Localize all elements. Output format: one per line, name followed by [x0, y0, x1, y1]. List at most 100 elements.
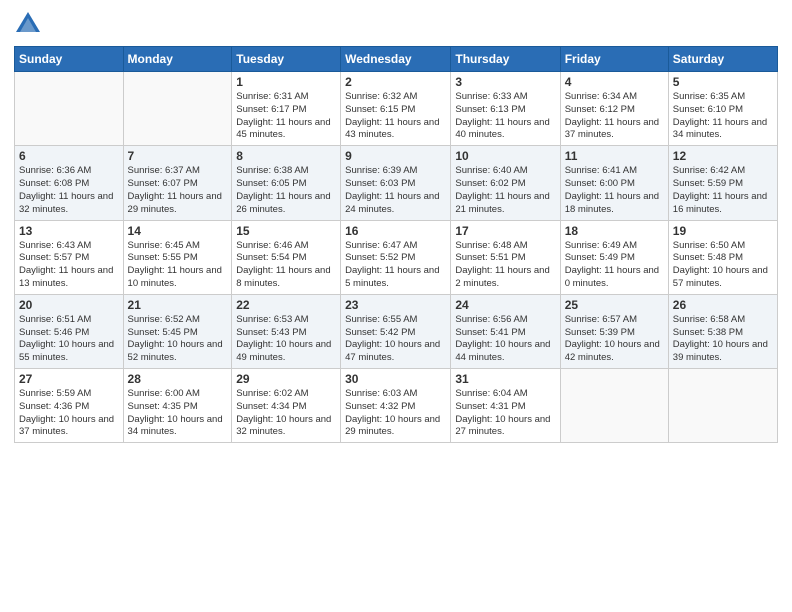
- calendar-cell: 15 Sunrise: 6:46 AM Sunset: 5:54 PM Dayli…: [232, 220, 341, 294]
- calendar-cell: [123, 72, 232, 146]
- day-info: Sunrise: 6:55 AM Sunset: 5:42 PM Dayligh…: [345, 314, 446, 365]
- day-number: 12: [673, 149, 773, 163]
- logo-icon: [14, 10, 42, 38]
- day-number: 16: [345, 224, 446, 238]
- day-info: Sunrise: 6:50 AM Sunset: 5:48 PM Dayligh…: [673, 240, 773, 291]
- weekday-header-wednesday: Wednesday: [341, 47, 451, 72]
- day-number: 29: [236, 372, 336, 386]
- day-number: 5: [673, 75, 773, 89]
- calendar-cell: 5 Sunrise: 6:35 AM Sunset: 6:10 PM Daylig…: [668, 72, 777, 146]
- day-number: 3: [455, 75, 555, 89]
- day-info: Sunrise: 6:56 AM Sunset: 5:41 PM Dayligh…: [455, 314, 555, 365]
- calendar-cell: 8Sunrise: 6:38 AM Sunset: 6:05 PM Daylig…: [232, 146, 341, 220]
- day-info: Sunrise: 6:53 AM Sunset: 5:43 PM Dayligh…: [236, 314, 336, 365]
- day-info: Sunrise: 6:52 AM Sunset: 5:45 PM Dayligh…: [128, 314, 228, 365]
- day-number: 11: [565, 149, 664, 163]
- calendar-cell: 11 Sunrise: 6:41 AM Sunset: 6:00 PM Dayli…: [560, 146, 668, 220]
- calendar-week-1: 1 Sunrise: 6:31 AM Sunset: 6:17 PM Daylig…: [15, 72, 778, 146]
- calendar-cell: 30 Sunrise: 6:03 AM Sunset: 4:32 PM Dayli…: [341, 369, 451, 443]
- calendar-cell: 25Sunrise: 6:57 AM Sunset: 5:39 PM Dayli…: [560, 294, 668, 368]
- calendar-cell: 1 Sunrise: 6:31 AM Sunset: 6:17 PM Daylig…: [232, 72, 341, 146]
- weekday-header-thursday: Thursday: [451, 47, 560, 72]
- weekday-header-saturday: Saturday: [668, 47, 777, 72]
- day-info: Sunrise: 6:40 AM Sunset: 6:02 PM Dayligh…: [455, 165, 555, 216]
- calendar-cell: 20 Sunrise: 6:51 AM Sunset: 5:46 PM Dayli…: [15, 294, 124, 368]
- calendar-cell: 16 Sunrise: 6:47 AM Sunset: 5:52 PM Dayli…: [341, 220, 451, 294]
- day-info: Sunrise: 6:42 AM Sunset: 5:59 PM Dayligh…: [673, 165, 773, 216]
- calendar-cell: [15, 72, 124, 146]
- day-number: 30: [345, 372, 446, 386]
- day-number: 22: [236, 298, 336, 312]
- day-info: Sunrise: 6:03 AM Sunset: 4:32 PM Dayligh…: [345, 388, 446, 439]
- calendar-cell: 6 Sunrise: 6:36 AM Sunset: 6:08 PM Daylig…: [15, 146, 124, 220]
- day-info: Sunrise: 6:47 AM Sunset: 5:52 PM Dayligh…: [345, 240, 446, 291]
- day-info: Sunrise: 6:49 AM Sunset: 5:49 PM Dayligh…: [565, 240, 664, 291]
- weekday-header-friday: Friday: [560, 47, 668, 72]
- day-number: 17: [455, 224, 555, 238]
- calendar-cell: 27Sunrise: 5:59 AM Sunset: 4:36 PM Dayli…: [15, 369, 124, 443]
- day-number: 1: [236, 75, 336, 89]
- day-number: 18: [565, 224, 664, 238]
- calendar-cell: 4 Sunrise: 6:34 AM Sunset: 6:12 PM Daylig…: [560, 72, 668, 146]
- day-number: 23: [345, 298, 446, 312]
- day-info: Sunrise: 6:36 AM Sunset: 6:08 PM Dayligh…: [19, 165, 119, 216]
- day-number: 25: [565, 298, 664, 312]
- day-info: Sunrise: 6:45 AM Sunset: 5:55 PM Dayligh…: [128, 240, 228, 291]
- weekday-header-row: SundayMondayTuesdayWednesdayThursdayFrid…: [15, 47, 778, 72]
- weekday-header-monday: Monday: [123, 47, 232, 72]
- day-info: Sunrise: 6:35 AM Sunset: 6:10 PM Dayligh…: [673, 91, 773, 142]
- calendar-cell: 22 Sunrise: 6:53 AM Sunset: 5:43 PM Dayli…: [232, 294, 341, 368]
- day-number: 21: [128, 298, 228, 312]
- calendar-cell: 24Sunrise: 6:56 AM Sunset: 5:41 PM Dayli…: [451, 294, 560, 368]
- day-info: Sunrise: 6:43 AM Sunset: 5:57 PM Dayligh…: [19, 240, 119, 291]
- day-info: Sunrise: 6:32 AM Sunset: 6:15 PM Dayligh…: [345, 91, 446, 142]
- day-number: 26: [673, 298, 773, 312]
- day-number: 19: [673, 224, 773, 238]
- calendar-week-5: 27Sunrise: 5:59 AM Sunset: 4:36 PM Dayli…: [15, 369, 778, 443]
- calendar-week-3: 13 Sunrise: 6:43 AM Sunset: 5:57 PM Dayli…: [15, 220, 778, 294]
- day-number: 9: [345, 149, 446, 163]
- day-number: 31: [455, 372, 555, 386]
- calendar-cell: 7 Sunrise: 6:37 AM Sunset: 6:07 PM Daylig…: [123, 146, 232, 220]
- day-info: Sunrise: 6:58 AM Sunset: 5:38 PM Dayligh…: [673, 314, 773, 365]
- day-info: Sunrise: 6:04 AM Sunset: 4:31 PM Dayligh…: [455, 388, 555, 439]
- day-number: 8: [236, 149, 336, 163]
- day-info: Sunrise: 6:39 AM Sunset: 6:03 PM Dayligh…: [345, 165, 446, 216]
- calendar-cell: 28Sunrise: 6:00 AM Sunset: 4:35 PM Dayli…: [123, 369, 232, 443]
- calendar-cell: 9 Sunrise: 6:39 AM Sunset: 6:03 PM Daylig…: [341, 146, 451, 220]
- day-number: 27: [19, 372, 119, 386]
- day-number: 14: [128, 224, 228, 238]
- day-info: Sunrise: 6:48 AM Sunset: 5:51 PM Dayligh…: [455, 240, 555, 291]
- calendar-cell: 2Sunrise: 6:32 AM Sunset: 6:15 PM Daylig…: [341, 72, 451, 146]
- day-number: 6: [19, 149, 119, 163]
- calendar-cell: [668, 369, 777, 443]
- day-info: Sunrise: 6:33 AM Sunset: 6:13 PM Dayligh…: [455, 91, 555, 142]
- day-info: Sunrise: 6:46 AM Sunset: 5:54 PM Dayligh…: [236, 240, 336, 291]
- calendar-cell: 29 Sunrise: 6:02 AM Sunset: 4:34 PM Dayli…: [232, 369, 341, 443]
- calendar: SundayMondayTuesdayWednesdayThursdayFrid…: [14, 46, 778, 443]
- day-info: Sunrise: 6:31 AM Sunset: 6:17 PM Dayligh…: [236, 91, 336, 142]
- calendar-cell: 21 Sunrise: 6:52 AM Sunset: 5:45 PM Dayli…: [123, 294, 232, 368]
- weekday-header-tuesday: Tuesday: [232, 47, 341, 72]
- calendar-cell: 17 Sunrise: 6:48 AM Sunset: 5:51 PM Dayli…: [451, 220, 560, 294]
- calendar-cell: 14 Sunrise: 6:45 AM Sunset: 5:55 PM Dayli…: [123, 220, 232, 294]
- calendar-cell: 19 Sunrise: 6:50 AM Sunset: 5:48 PM Dayli…: [668, 220, 777, 294]
- calendar-week-4: 20 Sunrise: 6:51 AM Sunset: 5:46 PM Dayli…: [15, 294, 778, 368]
- day-info: Sunrise: 6:02 AM Sunset: 4:34 PM Dayligh…: [236, 388, 336, 439]
- day-number: 15: [236, 224, 336, 238]
- day-number: 4: [565, 75, 664, 89]
- weekday-header-sunday: Sunday: [15, 47, 124, 72]
- day-info: Sunrise: 6:37 AM Sunset: 6:07 PM Dayligh…: [128, 165, 228, 216]
- day-number: 28: [128, 372, 228, 386]
- calendar-cell: 26 Sunrise: 6:58 AM Sunset: 5:38 PM Dayli…: [668, 294, 777, 368]
- calendar-cell: 10Sunrise: 6:40 AM Sunset: 6:02 PM Dayli…: [451, 146, 560, 220]
- day-number: 13: [19, 224, 119, 238]
- calendar-cell: 18 Sunrise: 6:49 AM Sunset: 5:49 PM Dayli…: [560, 220, 668, 294]
- day-number: 20: [19, 298, 119, 312]
- day-info: Sunrise: 6:51 AM Sunset: 5:46 PM Dayligh…: [19, 314, 119, 365]
- calendar-cell: [560, 369, 668, 443]
- day-info: Sunrise: 6:34 AM Sunset: 6:12 PM Dayligh…: [565, 91, 664, 142]
- calendar-cell: 31 Sunrise: 6:04 AM Sunset: 4:31 PM Dayli…: [451, 369, 560, 443]
- day-info: Sunrise: 6:41 AM Sunset: 6:00 PM Dayligh…: [565, 165, 664, 216]
- day-number: 7: [128, 149, 228, 163]
